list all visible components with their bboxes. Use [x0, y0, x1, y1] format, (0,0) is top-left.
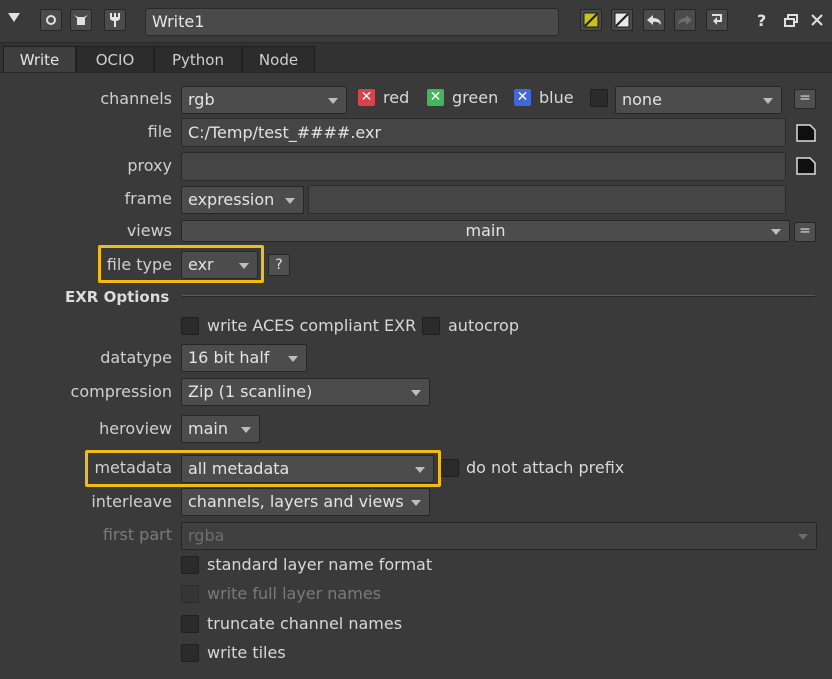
- first-part-value: rgba: [188, 526, 225, 545]
- revert-button[interactable]: [706, 9, 728, 31]
- interleave-dropdown[interactable]: channels, layers and views: [181, 488, 430, 516]
- datatype-dropdown[interactable]: 16 bit half: [181, 344, 307, 372]
- yellow-swatch-button[interactable]: [580, 9, 602, 31]
- standard-layer-label: standard layer name format: [207, 555, 433, 574]
- no-prefix-label: do not attach prefix: [466, 458, 625, 477]
- views-link-button[interactable]: =: [794, 222, 816, 242]
- green-checkbox-icon[interactable]: ✕: [427, 89, 444, 106]
- metadata-highlight: [85, 450, 441, 487]
- write-aces-label: write ACES compliant EXR: [207, 316, 417, 335]
- chevron-down-icon: [411, 500, 421, 506]
- undo-button[interactable]: [643, 9, 665, 31]
- redo-icon: [678, 15, 692, 25]
- tab-python[interactable]: Python: [154, 46, 242, 73]
- write-aces-checkbox[interactable]: [181, 317, 199, 335]
- truncate-checkbox[interactable]: [181, 615, 199, 633]
- file-label: file: [147, 122, 172, 141]
- chevron-down-icon: [798, 534, 808, 540]
- frame-mode-value: expression: [188, 190, 275, 209]
- close-icon[interactable]: [811, 14, 823, 26]
- views-value: main: [465, 221, 506, 240]
- lock-wrench-button[interactable]: [104, 9, 126, 31]
- extra-channel-dropdown[interactable]: none: [615, 86, 782, 114]
- help-icon[interactable]: ?: [757, 11, 766, 30]
- chevron-down-icon: [285, 198, 295, 204]
- blue-checkbox-icon[interactable]: ✕: [514, 89, 531, 106]
- frame-mode-dropdown[interactable]: expression: [181, 186, 304, 214]
- chevron-down-icon: [288, 356, 298, 362]
- tab-node[interactable]: Node: [242, 46, 315, 73]
- autocrop-label: autocrop: [448, 316, 519, 335]
- views-label: views: [126, 221, 172, 240]
- views-dropdown[interactable]: main: [181, 220, 790, 242]
- node-color-icon: [74, 15, 88, 25]
- heroview-value: main: [188, 419, 228, 438]
- title-bar: Write1 ?: [0, 0, 832, 43]
- redo-button[interactable]: [674, 9, 696, 31]
- compression-value: Zip (1 scanline): [188, 382, 313, 401]
- red-label: red: [383, 88, 410, 107]
- interleave-value: channels, layers and views: [188, 492, 404, 511]
- node-color-button[interactable]: [70, 9, 92, 31]
- red-checkbox-icon[interactable]: ✕: [358, 89, 375, 106]
- standard-layer-checkbox[interactable]: [181, 556, 199, 574]
- no-prefix-checkbox[interactable]: [441, 459, 459, 477]
- channels-value: rgb: [188, 90, 215, 109]
- first-part-label: first part: [102, 525, 172, 544]
- channels-link-button[interactable]: =: [794, 89, 816, 109]
- write-tiles-checkbox[interactable]: [181, 644, 199, 662]
- white-swatch-button[interactable]: [611, 9, 633, 31]
- white-swatch-icon: [614, 12, 630, 28]
- compression-dropdown[interactable]: Zip (1 scanline): [181, 378, 430, 406]
- extra-channel-checkbox[interactable]: [590, 89, 608, 107]
- tab-write[interactable]: Write: [3, 46, 76, 73]
- chevron-down-icon: [241, 427, 251, 433]
- chevron-down-icon: [763, 98, 773, 104]
- first-part-dropdown: rgba: [181, 522, 817, 550]
- autocrop-checkbox[interactable]: [422, 317, 440, 335]
- channels-label: channels: [100, 89, 172, 108]
- exr-options-heading: EXR Options: [65, 288, 170, 306]
- write-full-layer-label: write full layer names: [207, 584, 381, 603]
- compression-label: compression: [70, 382, 172, 401]
- chevron-down-icon: [411, 390, 421, 396]
- heroview-label: heroview: [99, 419, 172, 438]
- chevron-down-icon: [328, 98, 338, 104]
- tab-ocio[interactable]: OCIO: [76, 46, 154, 73]
- node-center-button[interactable]: [40, 9, 62, 31]
- proxy-input[interactable]: [181, 152, 786, 181]
- lock-wrench-icon: [110, 13, 120, 27]
- frame-label: frame: [124, 189, 172, 208]
- revert-icon: [712, 14, 722, 25]
- file-input[interactable]: C:/Temp/test_####.exr: [181, 118, 786, 147]
- blue-label: blue: [539, 88, 574, 107]
- heroview-dropdown[interactable]: main: [181, 415, 260, 443]
- file-type-help-button[interactable]: ?: [268, 254, 290, 276]
- yellow-swatch-icon: [583, 12, 599, 28]
- proxy-label: proxy: [127, 156, 172, 175]
- interleave-label: interleave: [91, 492, 172, 511]
- collapse-arrow-icon[interactable]: [8, 13, 20, 22]
- float-window-icon[interactable]: [784, 14, 798, 27]
- channels-dropdown[interactable]: rgb: [181, 86, 347, 114]
- node-center-icon: [46, 15, 56, 25]
- green-label: green: [452, 88, 499, 107]
- extra-channel-value: none: [622, 90, 662, 109]
- write-tiles-label: write tiles: [207, 643, 286, 662]
- section-divider: [182, 295, 815, 297]
- folder-browse-icon[interactable]: [796, 124, 816, 142]
- node-name-field[interactable]: Write1: [145, 8, 559, 36]
- chevron-down-icon: [771, 229, 781, 235]
- truncate-label: truncate channel names: [207, 614, 403, 633]
- file-type-highlight: [98, 245, 264, 283]
- folder-browse-icon[interactable]: [796, 157, 816, 175]
- datatype-label: datatype: [100, 348, 172, 367]
- frame-input[interactable]: [308, 185, 786, 214]
- write-full-layer-checkbox: [181, 585, 199, 603]
- datatype-value: 16 bit half: [188, 348, 270, 367]
- undo-icon: [647, 15, 661, 25]
